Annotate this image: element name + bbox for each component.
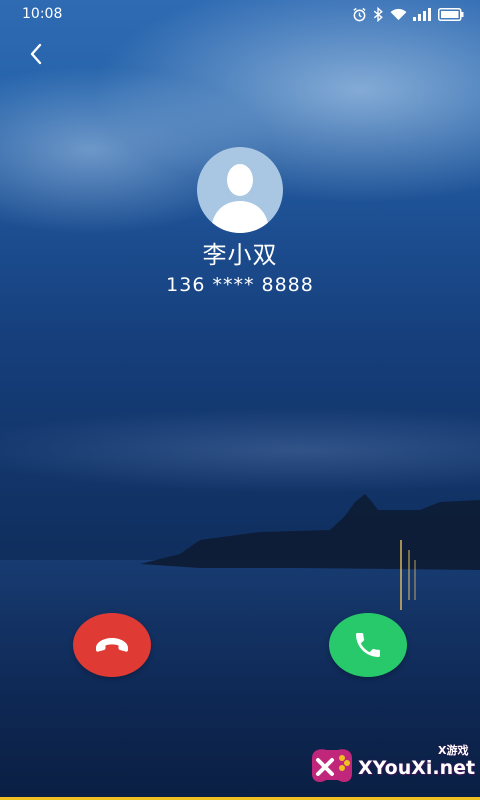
wifi-icon <box>390 8 407 20</box>
phone-hangup-icon <box>96 638 128 652</box>
gamepad-logo <box>312 749 352 782</box>
signal-icon <box>413 7 431 21</box>
site-watermark: X游戏 XYouXi.net <box>306 742 476 798</box>
chevron-left-icon <box>30 43 42 65</box>
bluetooth-icon <box>373 6 383 22</box>
status-bar: 10:08 <box>0 0 480 28</box>
caller-avatar <box>197 147 283 233</box>
phone-icon <box>356 633 380 657</box>
status-time: 10:08 <box>22 6 63 22</box>
caller-number: 136 **** 8888 <box>166 274 314 296</box>
battery-icon <box>438 7 464 21</box>
watermark-site: XYouXi.net <box>358 757 476 779</box>
coastline-silhouette <box>140 494 480 610</box>
person-silhouette-icon <box>211 164 269 233</box>
watermark-tag: X游戏 <box>438 744 469 757</box>
decline-call-button[interactable] <box>73 613 151 677</box>
caller-name: 李小双 <box>202 241 278 269</box>
back-button[interactable] <box>24 40 48 68</box>
alarm-icon <box>353 7 366 21</box>
answer-call-button[interactable] <box>329 613 407 677</box>
